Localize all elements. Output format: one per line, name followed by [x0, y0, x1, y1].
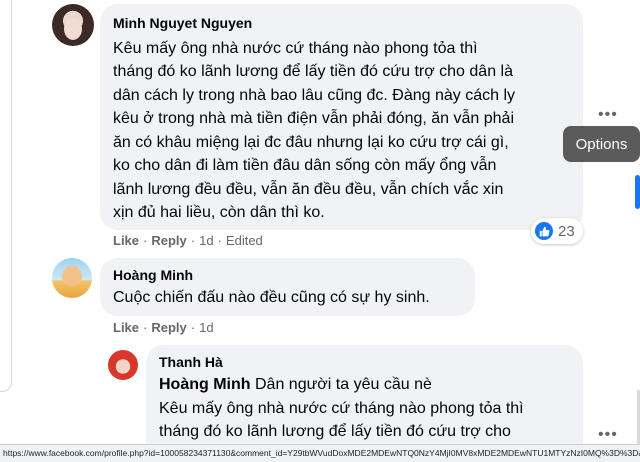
separator-dot: · [190, 320, 196, 335]
avatar-minh-nguyet-nguyen[interactable] [52, 4, 94, 46]
more-options-icon[interactable]: ••• [598, 106, 618, 124]
comment-author[interactable]: Thanh Hà [159, 354, 223, 370]
comment-text-line: dân cách ly trong nhà bao lâu cũng đc. Đ… [113, 87, 516, 104]
separator-dot: · [143, 233, 148, 248]
previous-post-card-edge [0, 0, 12, 392]
comment-text-line: tháng đó ko lãnh lương để lấy tiền đó cứ… [159, 423, 511, 440]
comment-text-line: kêu ở trong nhà mà tiền điện vẫn phải đó… [113, 110, 514, 127]
comment-text-line: Cuộc chiến đấu nào đều cũng có sự hy sin… [113, 289, 430, 306]
comment-text-line: Hoàng Minh Dân người ta yêu cầu nè [159, 373, 432, 397]
scrollbar-accent [635, 175, 640, 209]
comment-text-line: Kêu mấy ông nhà nước cứ tháng nào phong … [113, 40, 478, 57]
status-bar-url: https://www.facebook.com/profile.php?id=… [0, 444, 640, 462]
comment-text-line: ko cho dân đi làm tiền đâu dân sống còn … [113, 157, 497, 174]
like-link[interactable]: Like [113, 320, 139, 335]
comment-text-line: Kêu mấy ông nhà nước cứ tháng nào phong … [159, 400, 524, 417]
reaction-count: 23 [558, 222, 575, 240]
like-link[interactable]: Like [113, 233, 139, 248]
timestamp[interactable]: 1d [199, 320, 213, 335]
comment-actions: Like · Reply · 1d [113, 320, 214, 335]
reply-link[interactable]: Reply [151, 320, 186, 335]
avatar-hoang-minh[interactable] [52, 258, 92, 298]
separator-dot: · [217, 233, 222, 248]
comment-text-fragment: Dân người ta yêu cầu nè [250, 376, 432, 393]
comment-actions: Like · Reply · 1d · Edited [113, 233, 263, 248]
comment-text-line: lãnh lương đều đều, vẫn ăn đều đều, vẫn … [113, 181, 504, 198]
comment-author[interactable]: Minh Nguyet Nguyen [113, 15, 252, 31]
reply-link[interactable]: Reply [151, 233, 186, 248]
separator-dot: · [190, 233, 196, 248]
comment-author[interactable]: Hoàng Minh [113, 267, 193, 283]
comment-text-line: tháng đó ko lãnh lương để lấy tiền đó cứ… [113, 63, 513, 80]
comment-text-line: xịn đủ hai liều, còn dân thì ko. [113, 204, 325, 221]
separator-dot: · [143, 320, 148, 335]
comment-text-line: ăn có khâu miệng lại đc đâu nhưng lại ko… [113, 134, 509, 151]
avatar-thanh-ha[interactable] [108, 350, 138, 380]
mention-link[interactable]: Hoàng Minh [159, 376, 251, 393]
reaction-summary[interactable]: 23 [531, 218, 583, 244]
thumbs-up-icon [535, 222, 553, 240]
timestamp[interactable]: 1d [199, 233, 213, 248]
options-tooltip: Options [563, 126, 640, 162]
more-options-icon[interactable]: ••• [598, 426, 618, 444]
edited-label: Edited [225, 233, 263, 248]
